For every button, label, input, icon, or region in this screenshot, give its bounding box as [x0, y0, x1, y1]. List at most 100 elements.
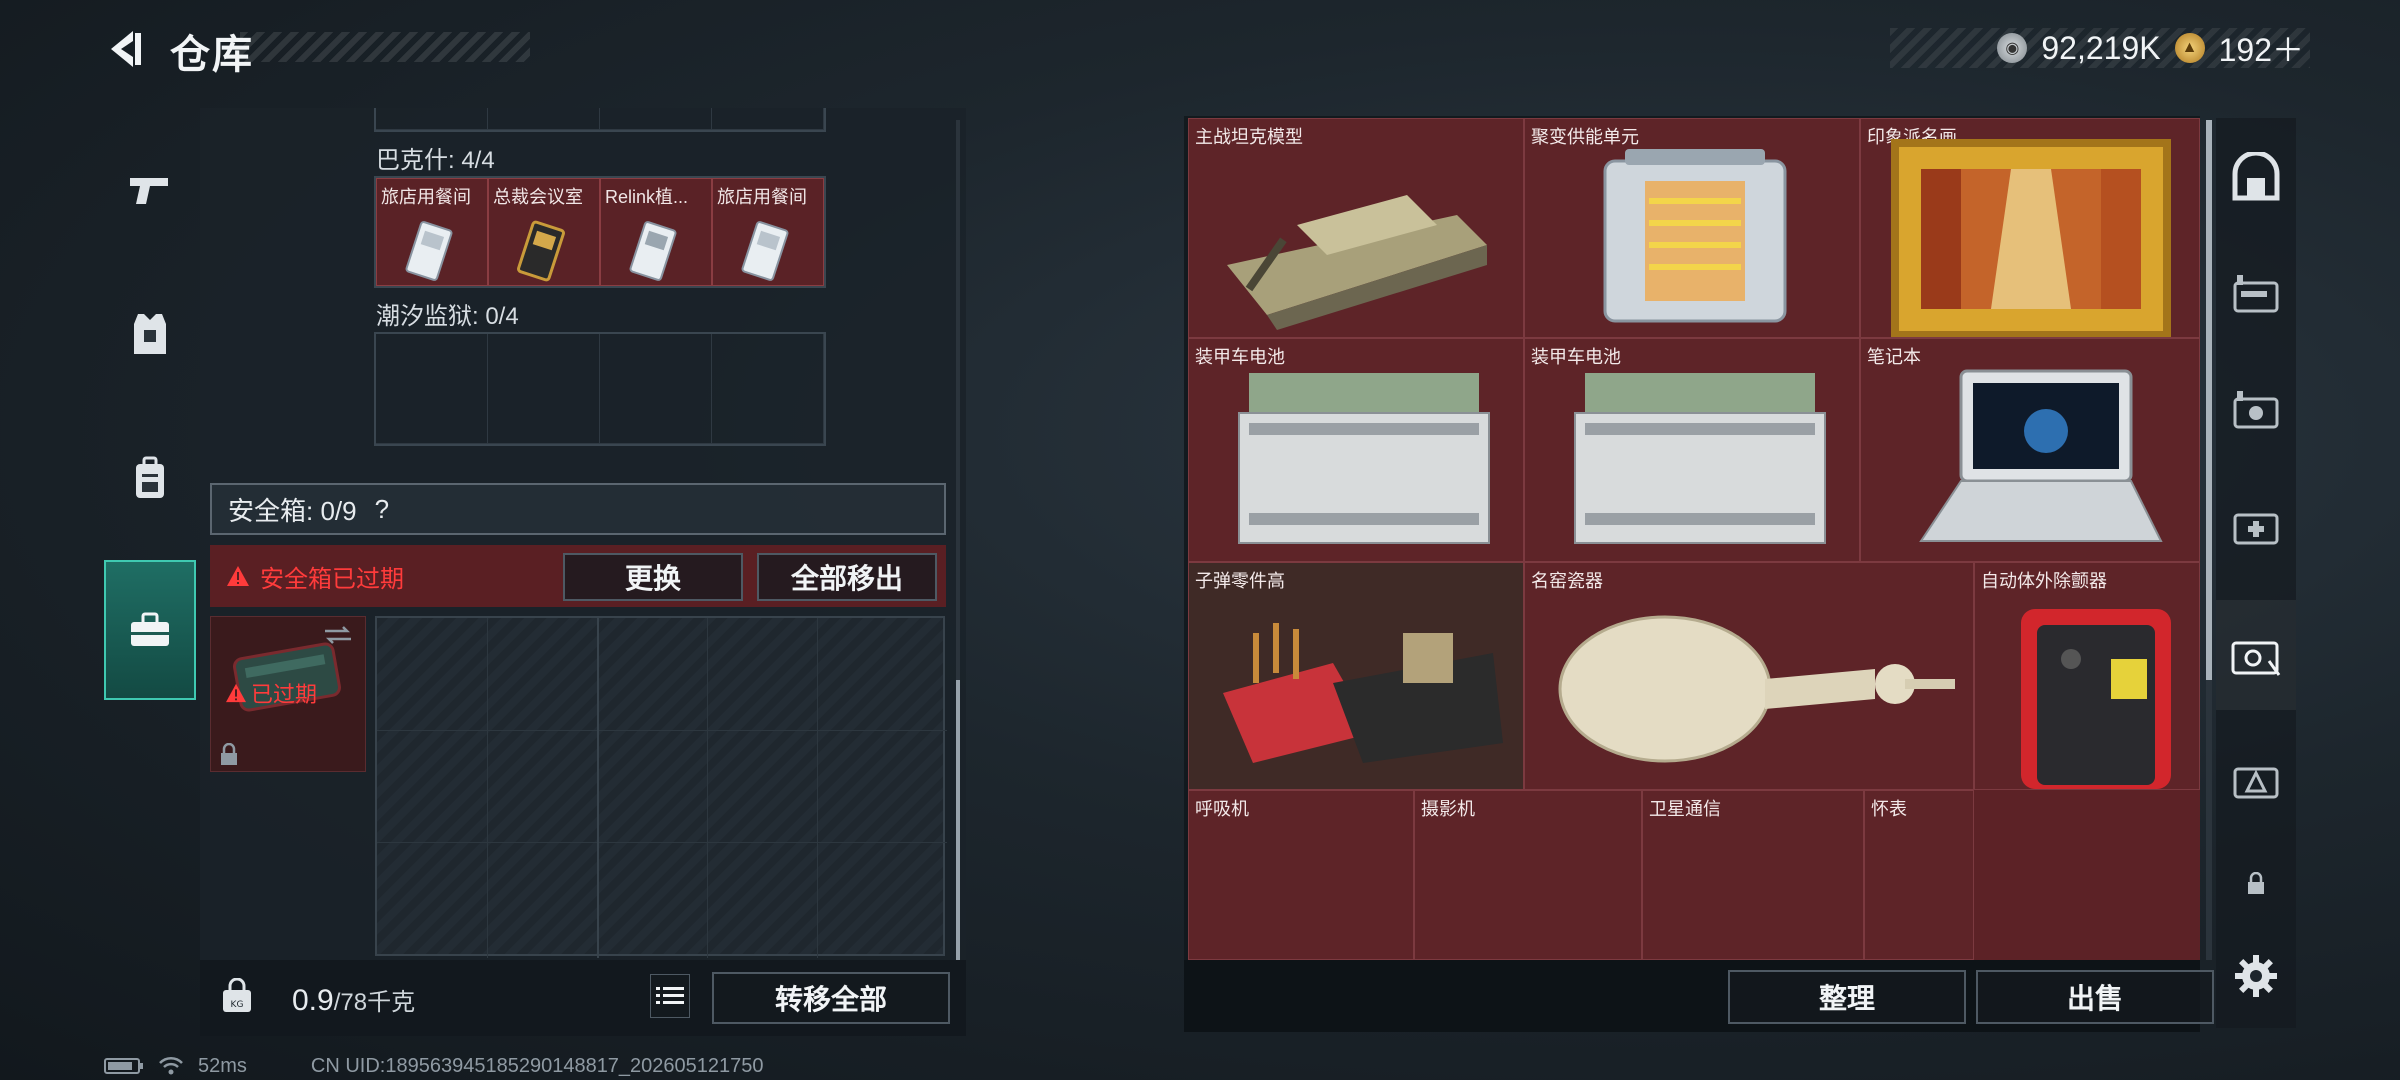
category-locked[interactable] [2216, 844, 2296, 924]
nav-weapons[interactable] [104, 120, 196, 260]
status-bar: 52ms CN UID:18956394518529014881​7_20260… [104, 1054, 764, 1078]
pistol-icon [130, 178, 168, 204]
stash-item[interactable]: 子弹零件高 [1188, 562, 1524, 790]
safebox-item[interactable]: 已过期 [210, 616, 366, 772]
stash-item[interactable]: 卫星通信 [1642, 790, 1864, 960]
back-button[interactable] [100, 24, 150, 74]
key-slot[interactable] [600, 334, 712, 444]
nav-armor[interactable] [104, 264, 196, 404]
ammo-case-icon [2233, 767, 2279, 799]
left-nav [104, 108, 196, 708]
stash-item[interactable]: 装甲车电池 [1188, 338, 1524, 562]
medical-case-icon [2233, 513, 2279, 545]
key-slot[interactable] [488, 334, 600, 444]
nav-safebox[interactable] [104, 560, 196, 700]
stash-item[interactable]: 装甲车电池 [1524, 338, 1860, 562]
key-card-image [741, 221, 789, 281]
key-slot[interactable] [712, 334, 824, 444]
page-title: 仓库 [170, 33, 254, 77]
expired-badge: 已过期 [225, 677, 317, 709]
uid-readout: CN UID:18956394518529014881​7_2026051217… [310, 1054, 764, 1077]
weight-icon: KG [223, 978, 251, 1012]
safebox-expired-text: 安全箱已过期 [260, 565, 404, 593]
porcelain-vase-image [1558, 615, 1955, 763]
safebox-grid[interactable] [375, 616, 947, 958]
help-icon[interactable]: ? [375, 494, 389, 525]
nav-backpack[interactable] [104, 408, 196, 548]
key-slot[interactable] [600, 108, 712, 130]
key-slot[interactable] [376, 108, 488, 130]
ticket-amount[interactable]: 192＋ [2219, 25, 2304, 71]
key-slot[interactable] [376, 334, 488, 444]
stash-item[interactable]: 自动体外除颤器 [1974, 562, 2200, 790]
backpack-icon [136, 456, 164, 498]
category-consumables[interactable] [2216, 470, 2296, 580]
battery-image [1574, 373, 1826, 544]
top-bar: 仓库 ◉ 92,219K ▲ 192＋ [0, 0, 2400, 100]
stash-item[interactable]: 笔记本 [1860, 338, 2200, 562]
key-section-label: 巴克什: 4/4 [376, 147, 495, 174]
back-arrow-icon [111, 31, 141, 67]
expired-badge-text: 已过期 [251, 682, 318, 707]
warning-icon [227, 566, 249, 586]
battery-status-icon [104, 1058, 143, 1074]
tank-model-image [1227, 195, 1487, 330]
item-name: 摄影机 [1421, 799, 1475, 819]
painting-image [1891, 139, 2171, 337]
key-slot[interactable] [712, 108, 824, 130]
key-card[interactable]: 旅店用餐间 [376, 178, 488, 286]
stash-item[interactable]: 名窑瓷器 [1524, 562, 1974, 790]
replace-button[interactable]: 更换 [563, 553, 743, 601]
item-name: 怀表 [1871, 799, 1907, 819]
stash-item[interactable]: 聚变供能单元 [1524, 118, 1860, 338]
stash-item[interactable]: 呼吸机 [1188, 790, 1414, 960]
category-ammo[interactable] [2216, 724, 2296, 834]
currency-bar: ◉ 92,219K ▲ 192＋ [1890, 28, 2310, 68]
sell-button[interactable]: 出售 [1976, 970, 2214, 1024]
key-card-name: 总裁会议室 [493, 187, 583, 207]
warning-icon [226, 683, 246, 703]
key-slot-grid-top [374, 108, 826, 132]
laptop-image [1919, 369, 2163, 542]
ammo-parts-image [1223, 623, 1503, 763]
equipment-case-icon [2233, 391, 2279, 429]
left-scrollbar-thumb[interactable] [956, 680, 960, 960]
sort-button[interactable]: 整理 [1728, 970, 1966, 1024]
key-card-image [629, 221, 677, 281]
key-card[interactable]: Relink植... [600, 178, 712, 286]
stash-scrollbar-thumb[interactable] [2206, 120, 2212, 680]
stash-item[interactable]: 印象派名画 [1860, 118, 2200, 338]
key-slot[interactable] [488, 108, 600, 130]
key-card-image [517, 220, 565, 282]
lock-icon [221, 743, 237, 765]
key-card-name: 旅店用餐间 [381, 187, 471, 207]
stash-item[interactable]: 摄影机 [1414, 790, 1642, 960]
swap-icon[interactable] [323, 623, 353, 647]
category-collectibles[interactable] [2216, 600, 2296, 710]
settings-button[interactable] [2216, 924, 2296, 1028]
key-card-name: 旅店用餐间 [717, 187, 807, 207]
key-card-image [405, 221, 453, 281]
wifi-icon [159, 1056, 183, 1075]
stash-item[interactable]: 主战坦克模型 [1188, 118, 1524, 338]
item-name: 自动体外除颤器 [1981, 571, 2107, 591]
vault-icon [2232, 152, 2280, 201]
category-weapons[interactable] [2216, 238, 2296, 348]
collectible-case-icon [2231, 641, 2281, 676]
weapon-case-icon [2233, 275, 2279, 313]
key-card[interactable]: 总裁会议室 [488, 178, 600, 286]
battery-image [1238, 373, 1490, 544]
stash-item[interactable]: 怀表 [1864, 790, 1974, 960]
gear-icon [2235, 955, 2277, 997]
remove-all-button[interactable]: 全部移出 [757, 553, 937, 601]
lock-icon [2248, 872, 2264, 894]
defibrillator-image [2021, 609, 2171, 789]
key-card[interactable]: 旅店用餐间 [712, 178, 824, 286]
coin-icon: ◉ [1997, 33, 2028, 63]
weight-value: 0.9 [292, 984, 334, 1017]
category-equipment[interactable] [2216, 354, 2296, 464]
transfer-all-button[interactable]: 转移全部 [712, 972, 950, 1024]
list-view-button[interactable] [650, 974, 690, 1018]
category-all[interactable] [2216, 122, 2296, 232]
vest-icon [134, 314, 166, 354]
